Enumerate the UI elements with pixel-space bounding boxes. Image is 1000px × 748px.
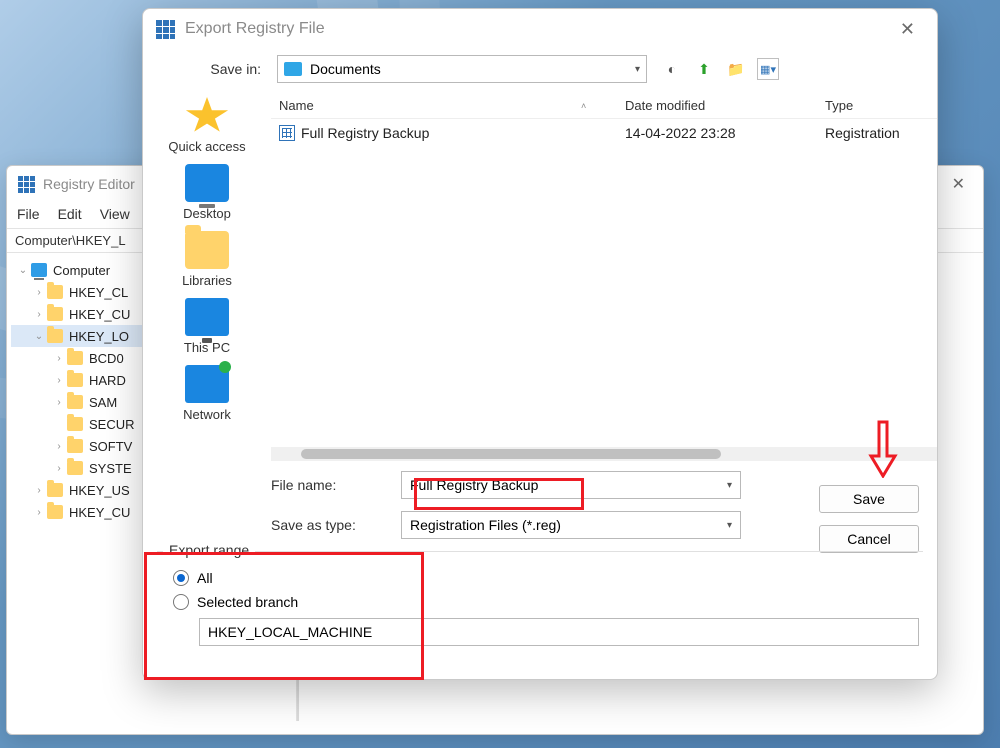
regedit-title: Registry Editor [43, 176, 135, 192]
folder-icon [67, 461, 83, 475]
filename-input[interactable]: Full Registry Backup▾ [401, 471, 741, 499]
filename-label: File name: [271, 477, 401, 493]
dialog-title: Export Registry File [185, 20, 325, 38]
star-icon [185, 97, 229, 135]
radio-all-row[interactable]: All [173, 570, 917, 586]
menu-edit[interactable]: Edit [58, 206, 82, 222]
dialog-close-button[interactable]: ✕ [890, 15, 925, 44]
folder-icon [47, 505, 63, 519]
folder-icon [67, 351, 83, 365]
thispc-icon [185, 298, 229, 336]
menu-view[interactable]: View [100, 206, 130, 222]
savein-dropdown[interactable]: Documents ▾ [277, 55, 647, 83]
file-row[interactable]: Full Registry Backup 14-04-2022 23:28 Re… [271, 119, 937, 147]
nav-up-button[interactable]: ⬆ [693, 58, 715, 80]
column-date[interactable]: Date modified [617, 98, 817, 113]
places-bar: Quick access Desktop Libraries This PC N… [143, 93, 271, 461]
file-list-header[interactable]: Name˄ Date modified Type [271, 93, 937, 119]
network-icon [185, 365, 229, 403]
folder-icon [47, 285, 63, 299]
folder-icon [47, 483, 63, 497]
folder-icon [67, 439, 83, 453]
nav-toolbar: ◐ ⬆ 📁 ▦▾ [661, 58, 779, 80]
horizontal-scrollbar[interactable] [271, 447, 937, 461]
place-desktop[interactable]: Desktop [183, 164, 231, 221]
saveas-dropdown[interactable]: Registration Files (*.reg)▾ [401, 511, 741, 539]
export-registry-dialog: Export Registry File ✕ Save in: Document… [142, 8, 938, 680]
documents-icon [284, 62, 302, 76]
sort-asc-icon: ˄ [581, 101, 586, 111]
folder-icon [47, 307, 63, 321]
nav-back-button[interactable]: ◐ [661, 58, 683, 80]
column-name[interactable]: Name˄ [271, 98, 617, 113]
regedit-icon [155, 19, 175, 39]
place-quickaccess[interactable]: Quick access [168, 97, 245, 154]
dialog-titlebar: Export Registry File ✕ [143, 9, 937, 49]
radio-selected-branch[interactable] [173, 594, 189, 610]
place-thispc[interactable]: This PC [184, 298, 230, 355]
radio-selected-label: Selected branch [197, 594, 298, 610]
cancel-button[interactable]: Cancel [819, 525, 919, 553]
computer-icon [31, 263, 47, 277]
place-network[interactable]: Network [183, 365, 231, 422]
regfile-icon [279, 125, 295, 141]
chevron-down-icon: ▾ [635, 64, 640, 75]
nav-viewmenu-button[interactable]: ▦▾ [757, 58, 779, 80]
desktop-icon [185, 164, 229, 202]
column-type[interactable]: Type [817, 98, 937, 113]
libraries-icon [185, 231, 229, 269]
folder-icon [67, 417, 83, 431]
scrollbar-thumb[interactable] [301, 449, 721, 459]
menu-file[interactable]: File [17, 206, 40, 222]
radio-selected-row[interactable]: Selected branch [173, 594, 917, 610]
chevron-down-icon[interactable]: ▾ [727, 480, 732, 491]
saveas-label: Save as type: [271, 517, 401, 533]
export-range-group: Export range All Selected branch HKEY_LO… [157, 551, 923, 658]
regedit-icon [17, 175, 35, 193]
savein-label: Save in: [157, 61, 267, 77]
save-button[interactable]: Save [819, 485, 919, 513]
folder-icon [47, 329, 63, 343]
selected-branch-input[interactable]: HKEY_LOCAL_MACHINE [199, 618, 919, 646]
folder-icon [67, 395, 83, 409]
regedit-close-button[interactable]: ✕ [944, 170, 973, 198]
place-libraries[interactable]: Libraries [182, 231, 232, 288]
savein-value: Documents [310, 61, 627, 77]
folder-icon [67, 373, 83, 387]
chevron-down-icon[interactable]: ▾ [727, 520, 732, 531]
radio-all-label: All [197, 570, 213, 586]
file-list[interactable]: Name˄ Date modified Type Full Registry B… [271, 93, 937, 461]
radio-all[interactable] [173, 570, 189, 586]
savein-row: Save in: Documents ▾ ◐ ⬆ 📁 ▦▾ [143, 49, 937, 93]
export-range-legend: Export range [163, 542, 255, 558]
nav-newfolder-button[interactable]: 📁 [725, 58, 747, 80]
